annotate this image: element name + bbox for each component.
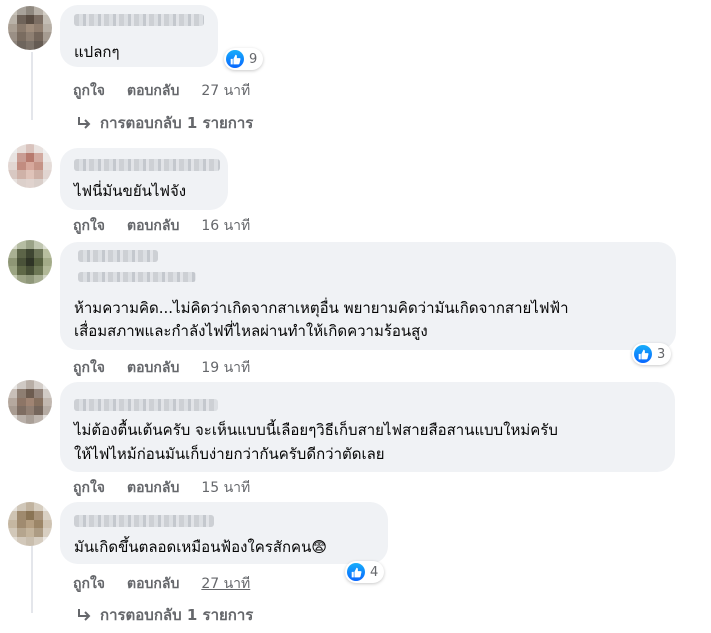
comment-actions: ถูกใจ ตอบกลับ 16 นาที <box>73 215 250 237</box>
reply-button[interactable]: ตอบกลับ <box>127 573 179 595</box>
reply-button[interactable]: ตอบกลับ <box>127 80 179 102</box>
view-replies-link[interactable]: การตอบกลับ 1 รายการ <box>76 603 253 627</box>
timestamp[interactable]: 27 นาที <box>201 80 250 102</box>
comment-actions: ถูกใจ ตอบกลับ 27 นาที <box>73 573 250 595</box>
reaction-badge[interactable]: 4 <box>345 561 385 583</box>
commenter-name[interactable] <box>74 399 218 411</box>
avatar[interactable] <box>8 502 52 546</box>
avatar[interactable] <box>8 144 52 188</box>
reply-button[interactable]: ตอบกลับ <box>127 215 179 237</box>
avatar[interactable] <box>8 240 52 284</box>
avatar[interactable] <box>8 6 52 50</box>
comment-bubble: ห้ามความคิด...ไม่คิดว่าเกิดจากสาเหตุอื่น… <box>60 242 676 350</box>
comment-text: ให้ไฟไหม้ก่อนมันเก็บง่ายกว่ากันครับดีกว่… <box>74 445 385 463</box>
reply-button[interactable]: ตอบกลับ <box>127 357 179 379</box>
comment-text: ห้ามความคิด...ไม่คิดว่าเกิดจากสาเหตุอื่น… <box>74 299 569 317</box>
comment-text: มันเกิดขึ้นตลอดเหมือนฟ้องใครสักคน😨 <box>74 538 327 556</box>
comment-actions: ถูกใจ ตอบกลับ 15 นาที <box>73 477 250 499</box>
reaction-count: 3 <box>657 346 666 362</box>
thumbs-up-icon <box>226 50 244 68</box>
commenter-subtitle <box>78 272 196 282</box>
reply-arrow-icon <box>78 609 91 621</box>
comment-bubble: แปลกๆ <box>60 5 218 67</box>
reply-button[interactable]: ตอบกลับ <box>127 477 179 499</box>
like-button[interactable]: ถูกใจ <box>73 477 105 499</box>
comment-bubble: ไฟนี่มันขยันไฟจัง <box>60 148 228 210</box>
thumbs-up-icon <box>347 563 365 581</box>
like-button[interactable]: ถูกใจ <box>73 80 105 102</box>
avatar[interactable] <box>8 380 52 424</box>
thread-line <box>31 52 33 120</box>
comment-actions: ถูกใจ ตอบกลับ 19 นาที <box>73 357 250 379</box>
timestamp[interactable]: 15 นาที <box>201 477 250 499</box>
comment-actions: ถูกใจ ตอบกลับ 27 นาที <box>73 80 250 102</box>
like-button[interactable]: ถูกใจ <box>73 357 105 379</box>
comment-text: ไม่ต้องตื้นเต้นครับ จะเห็นแบบนี้เลือยๆวิ… <box>74 421 558 439</box>
replies-label: การตอบกลับ 1 รายการ <box>100 606 254 624</box>
thumbs-up-icon <box>634 345 652 363</box>
reply-arrow-icon <box>78 117 91 129</box>
comment-bubble: ไม่ต้องตื้นเต้นครับ จะเห็นแบบนี้เลือยๆวิ… <box>60 382 675 472</box>
view-replies-link[interactable]: การตอบกลับ 1 รายการ <box>76 111 253 135</box>
reaction-count: 4 <box>370 564 379 580</box>
like-button[interactable]: ถูกใจ <box>73 215 105 237</box>
like-button[interactable]: ถูกใจ <box>73 573 105 595</box>
commenter-name[interactable] <box>74 159 220 171</box>
timestamp[interactable]: 27 นาที <box>201 573 250 595</box>
timestamp[interactable]: 19 นาที <box>201 357 250 379</box>
thread-line <box>31 545 33 613</box>
reaction-badge[interactable]: 3 <box>632 343 672 365</box>
comment-bubble: มันเกิดขึ้นตลอดเหมือนฟ้องใครสักคน😨 <box>60 502 388 564</box>
commenter-name[interactable] <box>74 14 204 26</box>
reaction-count: 9 <box>249 51 258 67</box>
commenter-name[interactable] <box>78 250 158 262</box>
comment-text: แปลกๆ <box>74 43 120 61</box>
commenter-name[interactable] <box>74 515 214 527</box>
reaction-badge[interactable]: 9 <box>224 48 264 70</box>
comment-text: เสื่อมสภาพและกำลังไฟที่ไหลผ่านทำให้เกิดค… <box>74 322 428 340</box>
replies-label: การตอบกลับ 1 รายการ <box>100 114 254 132</box>
timestamp[interactable]: 16 นาที <box>201 215 250 237</box>
comment-text: ไฟนี่มันขยันไฟจัง <box>74 182 187 200</box>
